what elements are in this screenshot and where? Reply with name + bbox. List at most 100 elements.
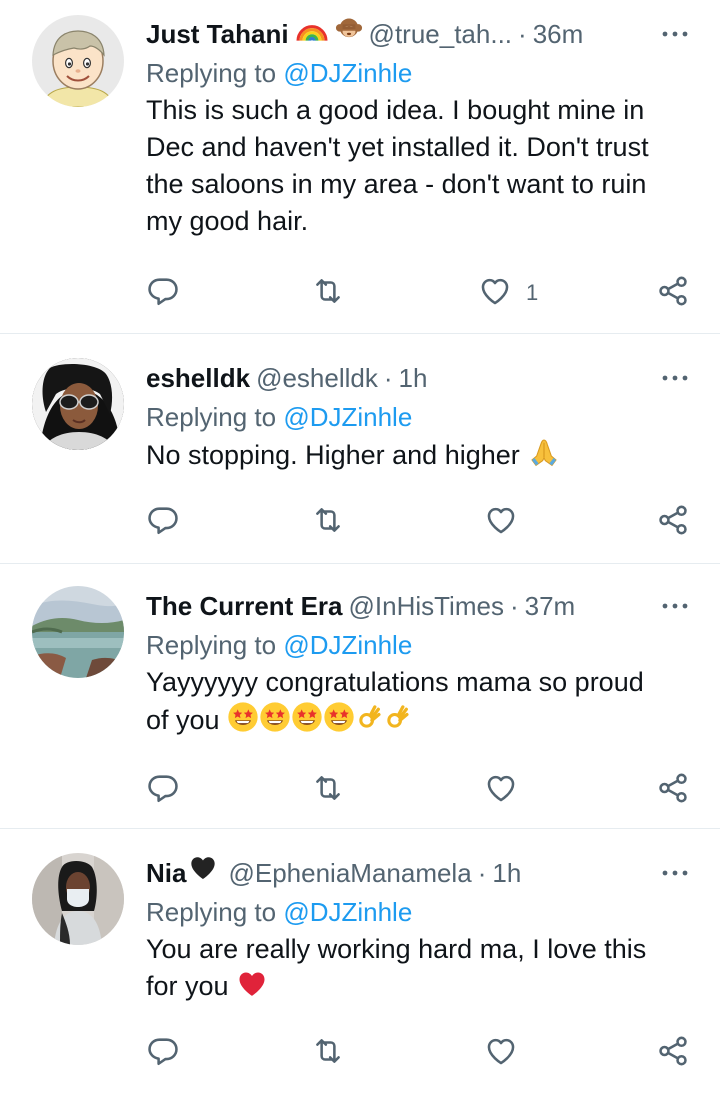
replying-to: Replying to @DJZinhle xyxy=(146,626,690,664)
like-button[interactable]: 1 xyxy=(478,273,538,313)
separator: · xyxy=(477,858,487,888)
reply-button[interactable] xyxy=(146,502,180,542)
replying-to: Replying to @DJZinhle xyxy=(146,893,690,931)
more-icon[interactable] xyxy=(660,14,690,54)
share-icon xyxy=(656,1034,690,1073)
display-name[interactable]: Nia xyxy=(146,853,186,893)
reply-icon xyxy=(146,1034,180,1073)
red-heart-emoji xyxy=(236,969,268,1009)
display-name[interactable]: The Current Era xyxy=(146,586,343,626)
share-icon xyxy=(656,771,690,810)
ok-hand-emoji xyxy=(355,703,383,743)
avatar[interactable] xyxy=(32,358,124,450)
share-icon xyxy=(656,503,690,542)
praying-hands-emoji xyxy=(527,436,561,478)
share-button[interactable] xyxy=(656,770,690,810)
separator: · xyxy=(518,19,527,49)
timestamp[interactable]: 1h xyxy=(399,358,428,398)
reply-tweet[interactable]: Just Tahani @true_tah... · 36m Replying … xyxy=(0,0,720,334)
timestamp[interactable]: 1h xyxy=(492,853,521,893)
like-button[interactable] xyxy=(484,502,518,542)
reply-button[interactable] xyxy=(146,770,180,810)
more-icon[interactable] xyxy=(660,853,690,893)
mention-link[interactable]: @DJZinhle xyxy=(283,402,412,432)
reply-tweet[interactable]: Nia @EpheniaManamela · 1h Replying to @D… xyxy=(0,829,720,1093)
replying-to: Replying to @DJZinhle xyxy=(146,54,690,92)
timestamp[interactable]: 36m xyxy=(533,14,584,54)
separator: · xyxy=(509,591,519,621)
share-button[interactable] xyxy=(656,273,690,313)
tweet-text: Yayyyyyy congratulations mama so proud o… xyxy=(146,664,690,743)
star-struck-emoji xyxy=(227,701,259,743)
tweet-text-line: This is such a good idea. I bought mine … xyxy=(146,95,645,125)
like-button[interactable] xyxy=(484,1033,518,1073)
star-struck-emoji xyxy=(291,701,323,743)
replying-prefix: Replying to xyxy=(146,897,277,927)
tweet-text-line: You are really working hard ma, I love t… xyxy=(146,934,647,964)
avatar[interactable] xyxy=(32,853,124,945)
rainbow-emoji xyxy=(295,14,329,54)
retweet-button[interactable] xyxy=(311,770,345,810)
share-button[interactable] xyxy=(656,502,690,542)
share-icon xyxy=(656,274,690,313)
replying-prefix: Replying to xyxy=(146,58,277,88)
avatar[interactable] xyxy=(32,586,124,678)
handle[interactable]: @true_tah... xyxy=(369,14,512,54)
action-bar: 1 xyxy=(146,273,690,313)
black-heart-emoji xyxy=(188,853,218,893)
handle[interactable]: @InHisTimes xyxy=(349,586,504,626)
more-icon[interactable] xyxy=(660,358,690,398)
retweet-button[interactable] xyxy=(311,1033,345,1073)
retweet-icon xyxy=(311,1034,345,1073)
share-button[interactable] xyxy=(656,1033,690,1073)
mention-link[interactable]: @DJZinhle xyxy=(283,630,412,660)
tweet-text: You are really working hard ma, I love t… xyxy=(146,931,690,1009)
more-icon[interactable] xyxy=(660,586,690,626)
star-struck-emoji xyxy=(259,701,291,743)
tweet-text-line: Dec and haven't yet installed it. Don't … xyxy=(146,132,649,162)
tweet-text-line: the saloons in my area - don't want to r… xyxy=(146,169,647,199)
like-button[interactable] xyxy=(484,770,518,810)
display-name[interactable]: eshelldk xyxy=(146,358,250,398)
action-bar xyxy=(146,502,690,542)
retweet-button[interactable] xyxy=(311,273,345,313)
tweet-text-line: No stopping. Higher and higher xyxy=(146,440,520,470)
retweet-button[interactable] xyxy=(311,502,345,542)
retweet-icon xyxy=(311,771,345,810)
tweet-text: No stopping. Higher and higher xyxy=(146,436,690,478)
reply-button[interactable] xyxy=(146,1033,180,1073)
reply-tweet[interactable]: The Current Era @InHisTimes · 37m Replyi… xyxy=(0,564,720,829)
tweet-text: This is such a good idea. I bought mine … xyxy=(146,92,690,240)
handle[interactable]: @EpheniaManamela xyxy=(228,853,471,893)
reply-icon xyxy=(146,503,180,542)
replying-to: Replying to @DJZinhle xyxy=(146,398,690,436)
tweet-text-line: of you xyxy=(146,705,220,735)
action-bar xyxy=(146,770,690,810)
reply-icon xyxy=(146,274,180,313)
tweet-text-line: for you xyxy=(146,971,229,1001)
tweet-text-line: Yayyyyyy congratulations mama so proud xyxy=(146,667,644,697)
avatar[interactable] xyxy=(32,15,124,107)
like-icon xyxy=(484,771,518,810)
monkey-emoji xyxy=(335,14,363,54)
retweet-icon xyxy=(311,503,345,542)
mention-link[interactable]: @DJZinhle xyxy=(283,58,412,88)
handle[interactable]: @eshelldk xyxy=(256,358,378,398)
retweet-icon xyxy=(311,274,345,313)
replying-prefix: Replying to xyxy=(146,630,277,660)
timestamp[interactable]: 37m xyxy=(525,586,576,626)
tweet-text-line: my good hair. xyxy=(146,206,309,236)
star-struck-emoji xyxy=(323,701,355,743)
reply-button[interactable] xyxy=(146,273,180,313)
separator: · xyxy=(383,363,393,393)
display-name[interactable]: Just Tahani xyxy=(146,14,289,54)
reply-tweet[interactable]: eshelldk @eshelldk · 1h Replying to @DJZ… xyxy=(0,334,720,564)
like-count: 1 xyxy=(526,280,539,305)
like-icon xyxy=(484,503,518,542)
mention-link[interactable]: @DJZinhle xyxy=(283,897,412,927)
ok-hand-emoji xyxy=(383,703,411,743)
action-bar xyxy=(146,1033,690,1073)
like-icon xyxy=(484,1034,518,1073)
like-icon xyxy=(478,274,512,313)
replying-prefix: Replying to xyxy=(146,402,277,432)
